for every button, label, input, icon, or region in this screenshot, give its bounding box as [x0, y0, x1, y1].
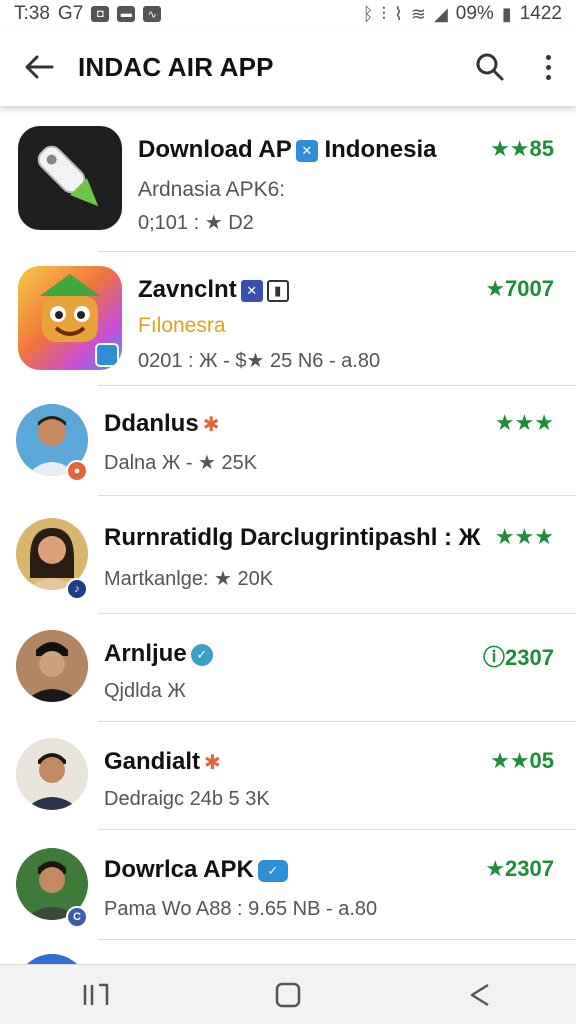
person-name: Gandialt ✱ [104, 748, 221, 776]
badge-icon: ● [66, 460, 88, 482]
battery-percent: 09% [455, 3, 494, 24]
app-name: Download AP ✕ Indonesia [138, 136, 436, 164]
app-name-suffix: Indonesia [324, 136, 437, 163]
status-bar: T:38 G7 ◘ ▬ ∿ ᛒ ⫶ ⌇ ≋ ◢ 09% ▮ 1422 [0, 0, 576, 28]
status-carrier: G7 [57, 3, 84, 24]
app-name-text: Zavnclnt [138, 276, 237, 303]
wifi-icon: ≋ [410, 3, 426, 24]
bluetooth-icon: ᛒ [362, 3, 374, 24]
verified-icon: ✓ [190, 643, 213, 666]
verified-icon: ✕ [295, 139, 318, 162]
recents-button[interactable] [66, 970, 126, 1020]
person-name: Arnljue ✓ [104, 640, 213, 668]
verified-icon: ✓ [257, 859, 288, 882]
person-name-text: Dowrlca APK [104, 856, 254, 883]
home-button[interactable] [258, 970, 318, 1020]
back-button[interactable] [0, 28, 78, 106]
person-rating: ★★★ [494, 410, 554, 435]
arrow-left-icon [25, 55, 54, 79]
verified-icon: ✕ [240, 279, 263, 302]
pen-icon [37, 145, 99, 207]
app-subtitle: Ardnasia APK6: [138, 178, 286, 201]
status-clock: 1422 [519, 3, 562, 24]
badge-icon: ♪ [66, 578, 88, 600]
app-icon-mascot [18, 266, 122, 370]
person-meta: Pama Wo A88 : 9.65 NB - а.80 [104, 898, 378, 920]
notification-icon: ◘ [91, 6, 110, 22]
more-options-button[interactable] [520, 28, 576, 106]
navigation-bar [0, 964, 576, 1024]
message-icon: ▬ [117, 6, 136, 22]
app-meta: 0201 : Ж - $★ 25 N6 - а.80 [138, 350, 381, 372]
app-rating: ★7007 [485, 276, 554, 301]
person-meta: Martkanlge: ★ 20K [104, 568, 274, 590]
app-meta: 0;101 : ★ D2 [138, 212, 254, 234]
system-back-button[interactable] [450, 970, 510, 1020]
list-item[interactable]: Download AP ✕ Indonesia Ardnasia APK6: 0;… [0, 106, 576, 252]
status-left: T:38 G7 ◘ ▬ ∿ [14, 3, 162, 25]
person-icon [16, 630, 88, 702]
person-name: Dowrlca APK ✓ [104, 856, 288, 884]
app-name-text: Download AP [138, 136, 292, 163]
list-item[interactable]: Gandialt ✱ Dedraigc 24b 5 3K ★★05 [0, 722, 576, 830]
list-item[interactable]: ♪ Rurnratidlg Darclugrintipashl : Ж Mart… [0, 496, 576, 614]
list-item[interactable] [0, 940, 576, 964]
person-name-text: Arnljue [104, 640, 187, 667]
app-name: Zavnclnt ✕ ▮ [138, 276, 289, 304]
app-rating: ★★85 [490, 136, 554, 161]
x-icon: ✱ [202, 414, 220, 436]
app-icon-pen [18, 126, 122, 230]
app-subtitle: Fılonesra [138, 314, 226, 337]
person-rating: ★★★ [494, 524, 554, 549]
list-item[interactable]: Arnljue ✓ Qjdlda Ж ⓘ2307 [0, 614, 576, 722]
avatar [16, 630, 88, 702]
app-bar: INDAC AIR APP [0, 28, 576, 106]
search-button[interactable] [460, 28, 520, 106]
status-right: ᛒ ⫶ ⌇ ≋ ◢ 09% ▮ 1422 [363, 3, 562, 25]
mascot-icon [40, 274, 119, 367]
avatar [16, 738, 88, 810]
list-item[interactable]: C Dowrlca APK ✓ Pama Wo A88 : 9.65 NB - а… [0, 830, 576, 940]
person-name: Rurnratidlg Darclugrintipashl : Ж [104, 524, 481, 551]
person-rating: ⓘ2307 [483, 645, 554, 670]
person-name: Ddanlus ✱ [104, 410, 219, 438]
page-title: INDAC AIR APP [78, 51, 274, 82]
avatar [16, 954, 88, 964]
person-name-text: Gandialt [104, 748, 201, 775]
x-icon: ✱ [204, 752, 221, 774]
more-vert-icon [545, 54, 551, 80]
person-meta: Dalna Ж - ★ 25K [104, 452, 258, 474]
person-meta: Qjdlda Ж [104, 680, 186, 702]
messenger-icon: ∿ [143, 6, 162, 22]
person-rating: ★2307 [485, 856, 554, 881]
lock-icon: ▮ [266, 279, 289, 302]
signal-icon: ◢ [433, 3, 448, 24]
back-icon [470, 983, 489, 1006]
person-rating: ★★05 [490, 748, 554, 773]
list-item[interactable]: ● Ddanlus ✱ Dalna Ж - ★ 25K ★★★ [0, 386, 576, 496]
vibrate-icon: ⫶ [381, 3, 387, 24]
person-meta: Dedraigc 24b 5 3K [104, 788, 270, 810]
home-icon [275, 982, 301, 1007]
list-item[interactable]: Zavnclnt ✕ ▮ Fılonesra 0201 : Ж - $★ 25 N6… [0, 252, 576, 386]
person-icon [24, 753, 80, 810]
status-time: T:38 [14, 3, 50, 24]
recents-icon [83, 983, 109, 1005]
person-name-text: Ddanlus [104, 410, 199, 437]
badge-icon: C [66, 906, 88, 928]
battery-icon: ▮ [501, 3, 512, 24]
search-icon [476, 53, 504, 81]
mute-icon: ⌇ [394, 3, 403, 24]
app-list[interactable]: Download AP ✕ Indonesia Ardnasia APK6: 0;… [0, 106, 576, 964]
